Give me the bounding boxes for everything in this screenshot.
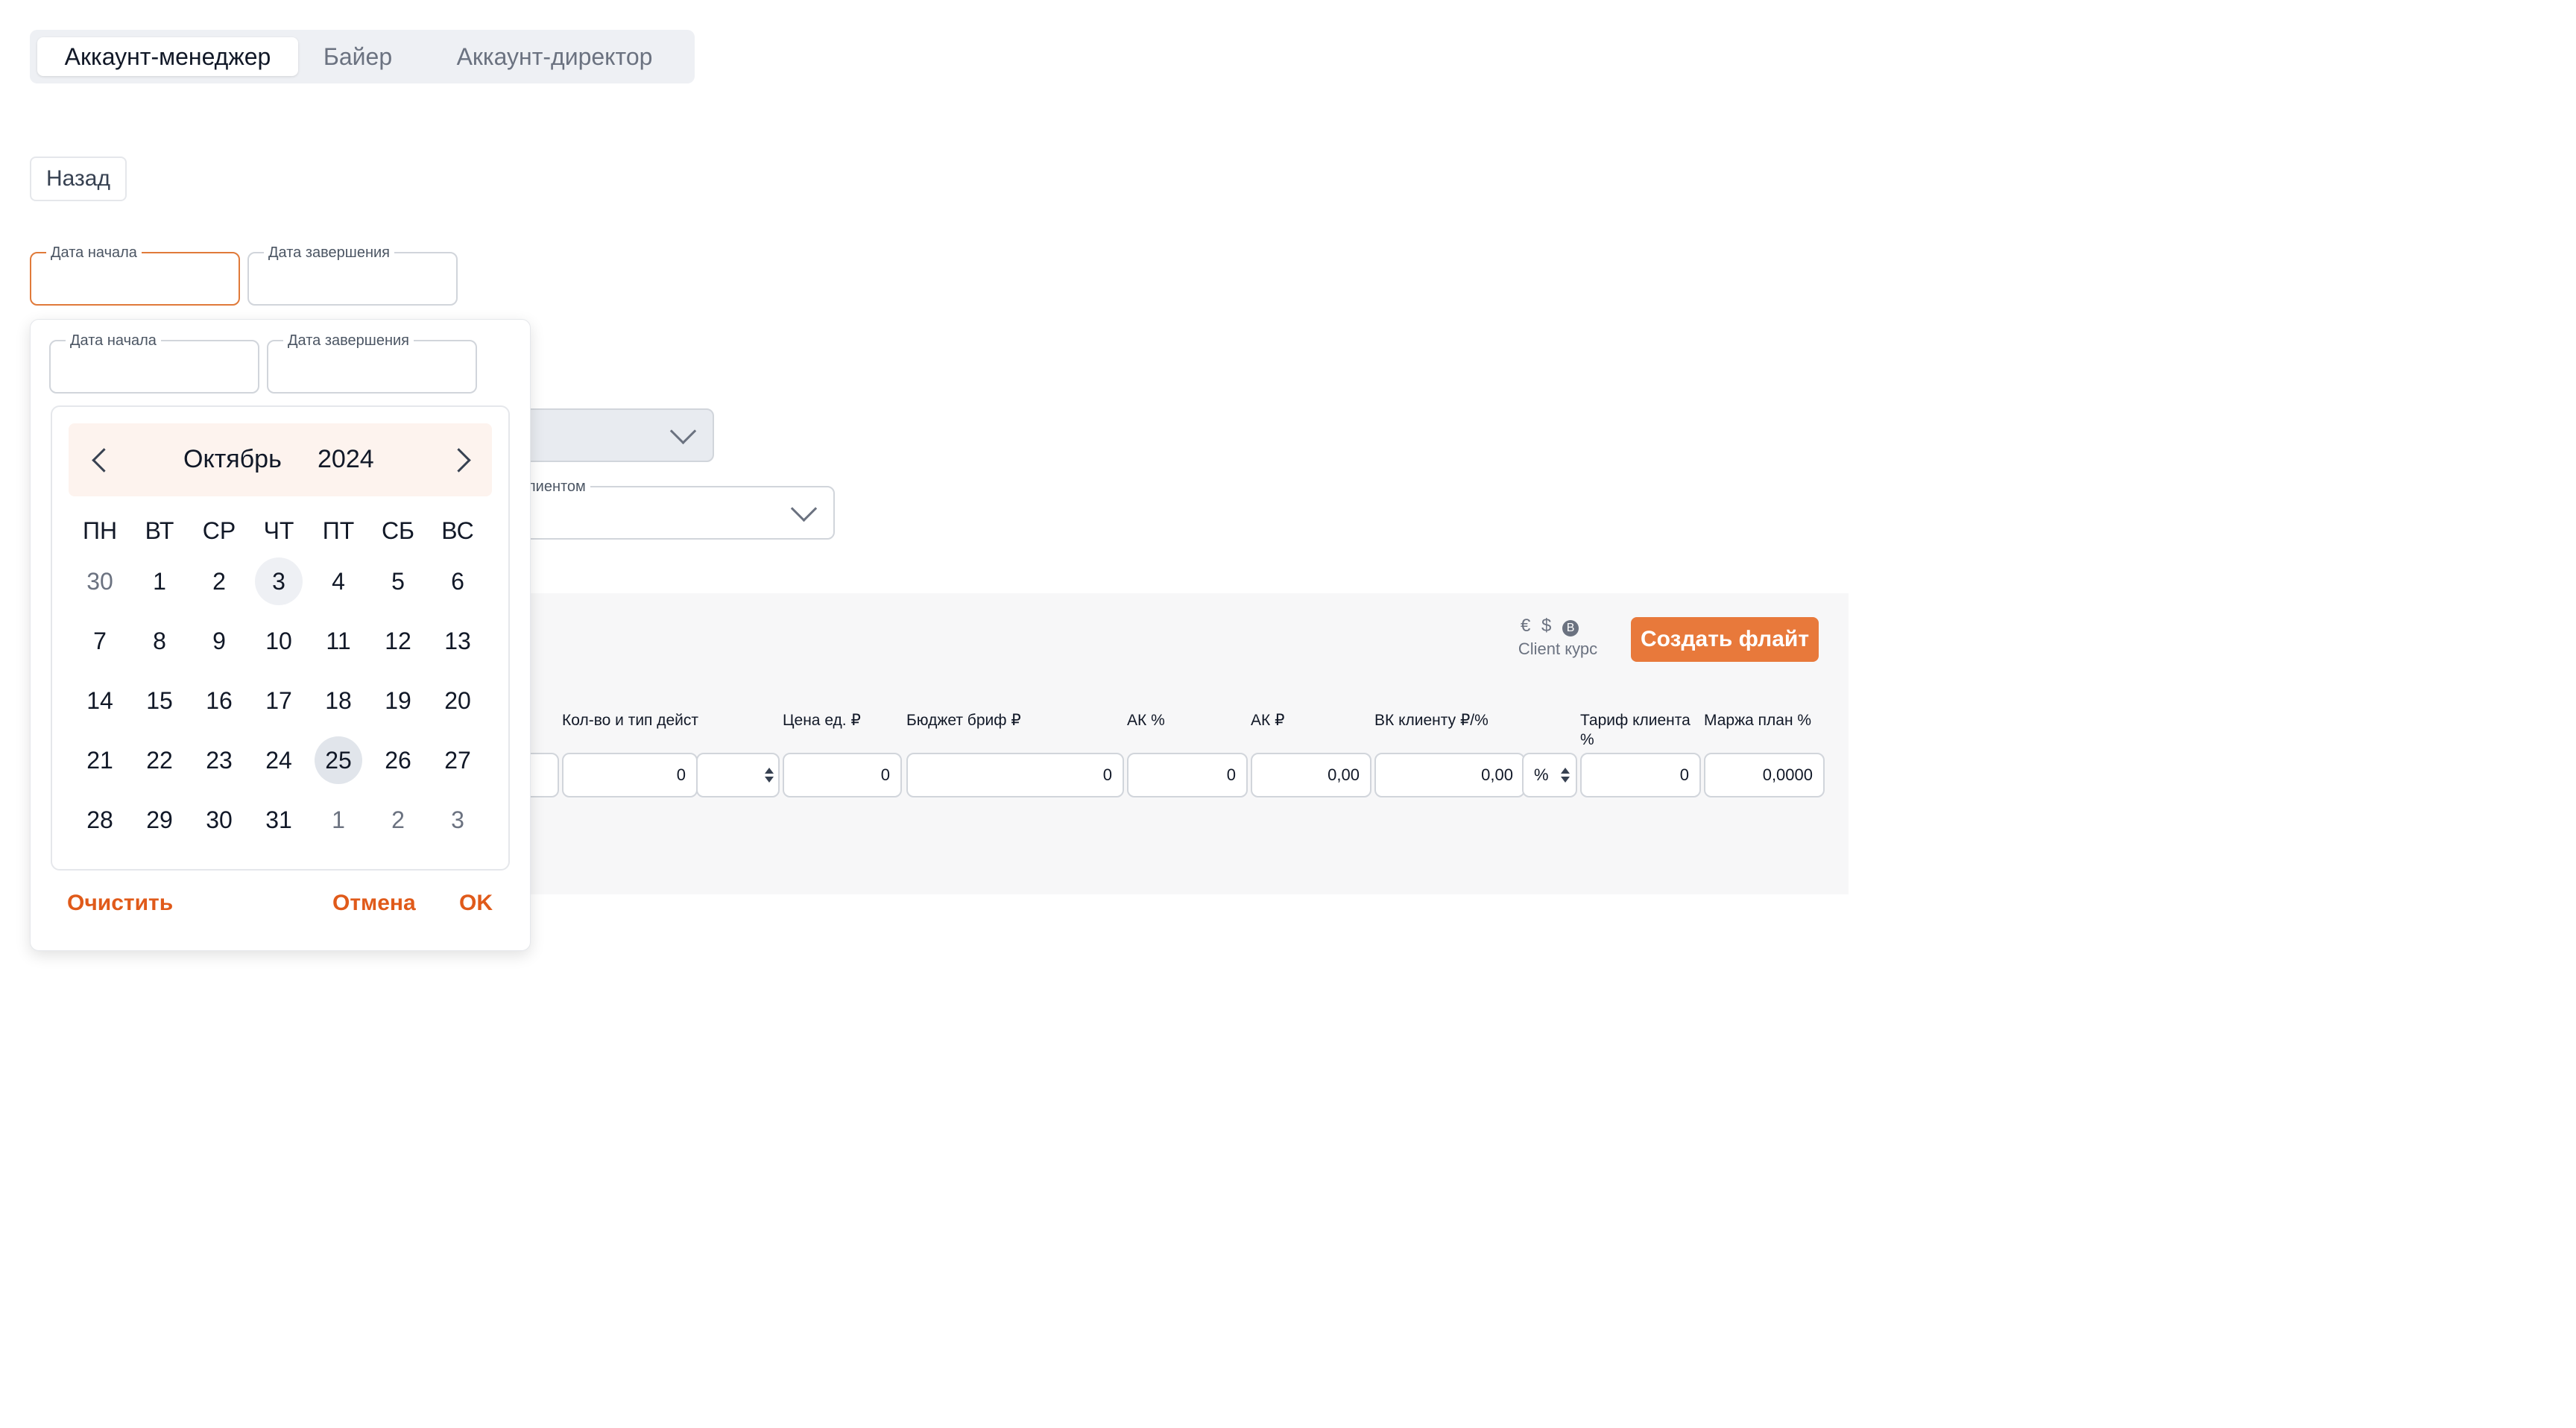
currency-caption: Client курс (1518, 639, 1598, 658)
popup-end-date-field[interactable]: Дата завершения (267, 332, 477, 394)
weekday-label: ПТ (322, 517, 355, 544)
vk-unit-label: % (1534, 765, 1549, 784)
chevron-left-icon[interactable] (92, 448, 116, 473)
sort-down-icon (765, 777, 774, 783)
col-head-quantity: Кол-во и тип дейст (562, 712, 699, 729)
calendar-day[interactable]: 29 (136, 796, 183, 844)
calendar-day[interactable]: 26 (374, 736, 422, 784)
calendar-day[interactable]: 5 (374, 557, 422, 605)
role-tabs: Аккаунт-менеджер Байер Аккаунт-директор (30, 30, 695, 83)
col-head-client-tariff: Тариф клиента % (1580, 712, 1690, 748)
weekday-label: ВС (441, 517, 474, 544)
action-type-select[interactable] (696, 753, 780, 797)
calendar-day[interactable]: 2 (195, 557, 243, 605)
tab-account-director[interactable]: Аккаунт-директор (422, 37, 687, 76)
calendar-day[interactable]: 12 (374, 617, 422, 665)
bitcoin-icon[interactable]: B (1562, 620, 1579, 636)
col-head-vk-client: ВК клиенту ₽/% (1374, 712, 1489, 729)
start-date-field[interactable]: Дата начала (30, 244, 240, 306)
chevron-down-icon (790, 495, 818, 522)
back-button[interactable]: Назад (30, 157, 127, 201)
sort-up-icon (1561, 768, 1570, 774)
calendar-day[interactable]: 30 (195, 796, 243, 844)
calendar-day[interactable]: 16 (195, 677, 243, 724)
calendar-day[interactable]: 15 (136, 677, 183, 724)
end-date-field[interactable]: Дата завершения (247, 244, 458, 306)
chevron-down-icon (669, 417, 697, 445)
popup-start-date-field[interactable]: Дата начала (49, 332, 259, 394)
calendar-day[interactable]: 31 (255, 796, 303, 844)
calendar-day[interactable]: 13 (434, 617, 482, 665)
brief-budget-input[interactable]: 0 (906, 753, 1124, 797)
weekday-label: СР (202, 517, 236, 544)
col-head-ak-percent: АК % (1127, 712, 1165, 729)
clear-button[interactable]: Очистить (67, 888, 173, 918)
calendar-day[interactable]: 1 (315, 796, 362, 844)
col-head-ak-rub: АК ₽ (1251, 712, 1285, 729)
calendar-day[interactable]: 27 (434, 736, 482, 784)
calendar-day[interactable]: 1 (136, 557, 183, 605)
calendar-day[interactable]: 20 (434, 677, 482, 724)
calendar-day[interactable]: 4 (315, 557, 362, 605)
popup-end-date-label: Дата завершения (283, 332, 414, 349)
tab-buyer[interactable]: Байер (306, 37, 410, 76)
tab-account-manager[interactable]: Аккаунт-менеджер (37, 37, 298, 76)
calendar-day-today[interactable]: 3 (255, 557, 303, 605)
col-head-margin-plan: Маржа план % (1704, 712, 1812, 729)
weekday-label: ПН (82, 517, 118, 544)
vk-client-input[interactable]: 0,00 (1374, 753, 1525, 797)
weekday-label: СБ (381, 517, 415, 544)
calendar-year[interactable]: 2024 (318, 444, 374, 474)
calendar-day[interactable]: 11 (315, 617, 362, 665)
start-date-label: Дата начала (46, 244, 142, 261)
calendar-day[interactable]: 6 (434, 557, 482, 605)
calendar-day[interactable]: 9 (195, 617, 243, 665)
calendar-day-selected[interactable]: 25 (315, 736, 362, 784)
calendar-day[interactable]: 30 (76, 557, 124, 605)
end-date-label: Дата завершения (264, 244, 394, 261)
vk-unit-select[interactable]: % (1522, 753, 1577, 797)
ak-rub-input[interactable]: 0,00 (1251, 753, 1371, 797)
calendar-day[interactable]: 28 (76, 796, 124, 844)
sort-down-icon (1561, 777, 1570, 783)
create-flight-button[interactable]: Создать флайт (1631, 617, 1819, 662)
chevron-right-icon[interactable] (446, 448, 471, 473)
calendar-day[interactable]: 2 (374, 796, 422, 844)
weekday-label: ЧТ (263, 517, 294, 544)
margin-plan-input[interactable]: 0,0000 (1704, 753, 1825, 797)
calendar-day[interactable]: 10 (255, 617, 303, 665)
calendar-month[interactable]: Октябрь (183, 444, 282, 474)
calendar-day[interactable]: 8 (136, 617, 183, 665)
client-tariff-input[interactable]: 0 (1580, 753, 1701, 797)
popup-start-date-label: Дата начала (66, 332, 161, 349)
cancel-button[interactable]: Отмена (332, 888, 416, 918)
calendar-header: Октябрь 2024 (69, 423, 492, 496)
weekday-label: ВТ (145, 517, 174, 544)
ak-percent-input[interactable]: 0 (1127, 753, 1248, 797)
euro-icon[interactable]: € (1521, 616, 1530, 636)
ok-button[interactable]: OK (459, 888, 493, 918)
col-head-unit-price: Цена ед. ₽ (783, 712, 861, 729)
currency-icons: € $ B (1521, 616, 1588, 636)
calendar-day[interactable]: 19 (374, 677, 422, 724)
calendar-day[interactable]: 23 (195, 736, 243, 784)
calendar-day[interactable]: 17 (255, 677, 303, 724)
quantity-input[interactable]: 0 (562, 753, 698, 797)
calendar-day[interactable]: 3 (434, 796, 482, 844)
sort-up-icon (765, 768, 774, 774)
calendar-day[interactable]: 21 (76, 736, 124, 784)
calendar-day[interactable]: 7 (76, 617, 124, 665)
col-head-brief-budget: Бюджет бриф ₽ (906, 712, 1021, 729)
unit-price-input[interactable]: 0 (783, 753, 902, 797)
calendar-day[interactable]: 18 (315, 677, 362, 724)
calendar-day[interactable]: 24 (255, 736, 303, 784)
dollar-icon[interactable]: $ (1541, 616, 1551, 636)
calendar-day[interactable]: 14 (76, 677, 124, 724)
calendar-day[interactable]: 22 (136, 736, 183, 784)
